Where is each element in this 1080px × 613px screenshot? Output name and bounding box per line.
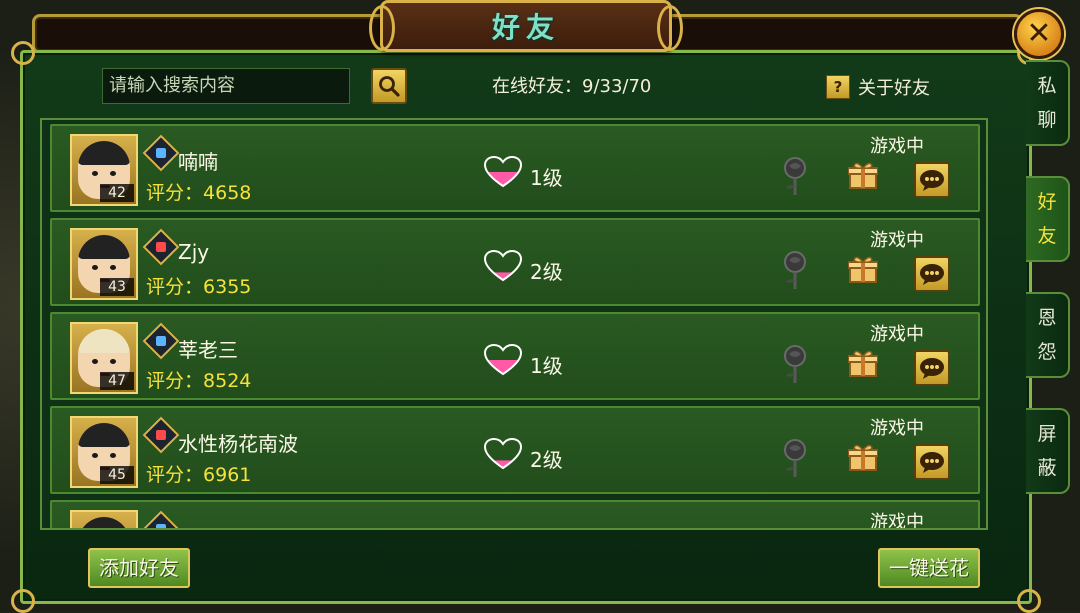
- friends-list[interactable]: 42 喃喃 评分：4658 1级 游戏中 43 Zjy 评分：6355 2级 游…: [40, 118, 988, 530]
- gift-icon[interactable]: [848, 256, 878, 284]
- class-badge-icon: [142, 416, 180, 454]
- chat-bubble-icon: [920, 358, 944, 379]
- player-level: 47: [100, 372, 134, 390]
- online-status: 游戏中: [870, 512, 924, 530]
- intimacy-level: 2级: [530, 260, 563, 284]
- gift-icon[interactable]: [848, 350, 878, 378]
- corner-ornament: [11, 589, 35, 613]
- class-badge-icon: [142, 134, 180, 172]
- friend-row[interactable]: 47 莘老三 评分：8524 1级 游戏中: [50, 312, 980, 400]
- friend-row[interactable]: 42 喃喃 评分：4658 1级 游戏中: [50, 124, 980, 212]
- avatar[interactable]: [70, 510, 138, 528]
- friend-score: 评分：6961: [146, 464, 252, 486]
- badge-gem: [156, 430, 166, 440]
- corner-ornament: [1017, 589, 1041, 613]
- chat-button[interactable]: [914, 350, 950, 386]
- tab-blocked[interactable]: 屏蔽: [1026, 408, 1070, 494]
- badge-gem: [156, 524, 166, 528]
- badge-gem: [156, 148, 166, 158]
- avatar[interactable]: 42: [70, 134, 138, 206]
- intimacy-heart-icon: [484, 250, 522, 282]
- class-badge-icon: [142, 510, 180, 528]
- intimacy-heart-icon: [484, 344, 522, 376]
- online-status: 游戏中: [870, 230, 924, 251]
- friend-score: 评分：6355: [146, 276, 252, 298]
- about-friends-button[interactable]: ? 关于好友: [826, 74, 930, 100]
- player-level: 43: [100, 278, 134, 296]
- rose-icon[interactable]: [780, 438, 810, 478]
- chat-button[interactable]: [914, 162, 950, 198]
- class-badge-icon: [142, 228, 180, 266]
- chat-button[interactable]: [914, 444, 950, 480]
- chat-bubble-icon: [920, 452, 944, 473]
- about-friends-label: 关于好友: [858, 78, 930, 99]
- gift-icon[interactable]: [848, 162, 878, 190]
- chat-bubble-icon: [920, 264, 944, 285]
- search-icon: [379, 76, 400, 97]
- corner-ornament: [11, 41, 35, 65]
- intimacy-level: 1级: [530, 354, 563, 378]
- friend-score: 评分：4658: [146, 182, 252, 204]
- avatar[interactable]: 47: [70, 322, 138, 394]
- send-flowers-button[interactable]: 一键送花: [878, 548, 980, 588]
- friend-name: Zjy: [178, 240, 210, 264]
- window-title-plaque: 好友: [369, 0, 683, 52]
- plaque-ornament: [657, 5, 683, 51]
- online-status: 游戏中: [870, 418, 924, 439]
- search-input[interactable]: 请输入搜索内容: [102, 68, 350, 104]
- intimacy-heart-icon: [484, 438, 522, 470]
- badge-gem: [156, 242, 166, 252]
- friend-name: 莘老三: [178, 338, 238, 362]
- window-title: 好友: [491, 11, 560, 44]
- intimacy-level: 2级: [530, 448, 563, 472]
- avatar-portrait: [78, 517, 130, 528]
- rose-icon[interactable]: [780, 156, 810, 196]
- class-badge-icon: [142, 322, 180, 360]
- player-level: 42: [100, 184, 134, 202]
- online-friends-count: 在线好友：9/33/70: [492, 76, 652, 97]
- close-icon: ✕: [1026, 16, 1052, 51]
- badge-gem: [156, 336, 166, 346]
- friend-row[interactable]: 游戏中: [50, 500, 980, 530]
- chat-bubble-icon: [920, 170, 944, 191]
- tab-friends[interactable]: 好友: [1026, 176, 1070, 262]
- avatar[interactable]: 45: [70, 416, 138, 488]
- help-icon: ?: [826, 75, 850, 99]
- avatar[interactable]: 43: [70, 228, 138, 300]
- close-button[interactable]: ✕: [1014, 9, 1064, 59]
- player-level: 45: [100, 466, 134, 484]
- search-placeholder: 请输入搜索内容: [109, 75, 235, 96]
- tab-private-chat[interactable]: 私聊: [1026, 60, 1070, 146]
- friend-row[interactable]: 43 Zjy 评分：6355 2级 游戏中: [50, 218, 980, 306]
- online-status: 游戏中: [870, 136, 924, 157]
- intimacy-heart-icon: [484, 156, 522, 188]
- online-status: 游戏中: [870, 324, 924, 345]
- gift-icon[interactable]: [848, 444, 878, 472]
- friend-name: 喃喃: [178, 150, 218, 174]
- rose-icon[interactable]: [780, 344, 810, 384]
- add-friend-button[interactable]: 添加好友: [88, 548, 190, 588]
- friend-score: 评分：8524: [146, 370, 252, 392]
- rose-icon[interactable]: [780, 250, 810, 290]
- friend-name: 水性杨花南波: [178, 432, 298, 456]
- intimacy-level: 1级: [530, 166, 563, 190]
- search-button[interactable]: [371, 68, 407, 104]
- plaque-ornament: [369, 5, 395, 51]
- tab-enemies[interactable]: 恩怨: [1026, 292, 1070, 378]
- friend-row[interactable]: 45 水性杨花南波 评分：6961 2级 游戏中: [50, 406, 980, 494]
- chat-button[interactable]: [914, 256, 950, 292]
